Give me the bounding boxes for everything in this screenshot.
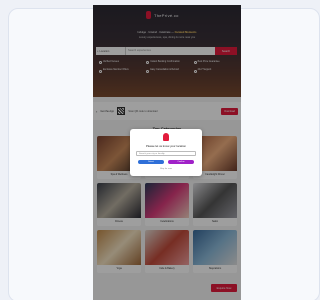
category-tile[interactable]: Staycations: [193, 230, 237, 273]
feature-label: Exclusive Member Offers: [103, 69, 129, 72]
download-app-button[interactable]: Download: [221, 107, 238, 115]
category-image: [97, 230, 141, 265]
feature-check-icon: [193, 69, 197, 73]
feature-item: Easy Cancellation & Refund: [146, 69, 189, 73]
hero-subtagline: Luxury experiences, spa, dining & more n…: [138, 36, 196, 39]
feature-label: Instant Booking Confirmation: [150, 61, 180, 63]
location-pin-icon: [163, 133, 169, 141]
category-image: [193, 230, 237, 265]
location-pin-icon: ⌖: [97, 49, 99, 53]
hero-tagline: Indulge · Unwind · Celebrate — Curated M…: [93, 31, 241, 35]
tagline-text: Indulge · Unwind · Celebrate —: [137, 31, 174, 34]
feature-item: 24x7 Support: [193, 69, 237, 73]
site-logo[interactable]: ThePrivé.co: [146, 11, 179, 19]
city-search-input[interactable]: Search your city or locality: [136, 151, 196, 156]
search-button[interactable]: Search: [215, 47, 237, 55]
feature-item: Instant Booking Confirmation: [146, 61, 189, 65]
category-image: [97, 183, 141, 218]
feature-item: Best Price Guarantee: [193, 61, 237, 65]
feature-check-icon: [99, 69, 102, 73]
modal-actions: Detect Confirm: [138, 160, 194, 164]
category-label: Cafe & Bakery: [159, 267, 175, 270]
location-select[interactable]: ⌖ Location: [96, 47, 126, 55]
app-strip-subtext: Scan QR code to download: [128, 109, 158, 113]
chevron-left-icon[interactable]: ‹: [96, 109, 97, 114]
category-image: [145, 230, 189, 265]
confirm-location-button[interactable]: Confirm: [168, 160, 194, 164]
category-tile[interactable]: Fitness: [97, 183, 141, 226]
feature-check-icon: [193, 61, 197, 65]
feature-check-icon: [99, 61, 102, 65]
category-label: Salon: [211, 220, 219, 223]
category-tile[interactable]: Cafe & Bakery: [145, 230, 189, 273]
category-label: Celebrations: [160, 220, 174, 223]
category-tile[interactable]: Salon: [193, 183, 237, 226]
qr-code-icon: [117, 107, 126, 115]
feature-label: Verified Venues: [103, 61, 119, 63]
feature-item: Exclusive Member Offers: [99, 69, 142, 73]
hero-banner: ThePrivé.co Indulge · Unwind · Celebrate…: [93, 5, 241, 97]
category-label: Staycations: [208, 267, 222, 270]
feature-label: Best Price Guarantee: [197, 61, 220, 63]
category-image: [145, 183, 189, 218]
feature-label: Easy Cancellation & Refund: [150, 69, 179, 72]
logo-text: ThePrivé.co: [154, 12, 179, 18]
category-label: Yoga: [116, 267, 122, 270]
search-input[interactable]: Search experiences: [126, 47, 215, 55]
feature-label: 24x7 Support: [197, 69, 212, 72]
skip-link[interactable]: Skip for now: [130, 168, 202, 170]
logo-icon: [146, 11, 151, 19]
category-tile[interactable]: Yoga: [97, 230, 141, 273]
modal-title: Please let us know your location: [146, 144, 186, 148]
category-image: [193, 183, 237, 218]
location-label: Location: [99, 49, 110, 53]
category-tile[interactable]: Celebrations: [145, 183, 189, 226]
location-modal: Please let us know your location Search …: [130, 129, 202, 176]
app-strip-title: Get the App: [100, 109, 115, 113]
search-bar: ⌖ Location Search experiences Search: [96, 47, 237, 55]
tagline-highlight: Curated Moments: [174, 31, 197, 34]
enquire-button[interactable]: Enquire Now: [211, 284, 237, 292]
feature-check-icon: [146, 69, 150, 73]
feature-check-icon: [146, 61, 150, 65]
detect-location-button[interactable]: Detect: [138, 160, 164, 164]
category-label: Fitness: [115, 220, 123, 223]
app-download-strip: ‹ Get the App Scan QR code to download D…: [93, 102, 241, 120]
feature-item: Verified Venues: [99, 61, 142, 65]
feature-list: Verified Venues Instant Booking Confirmat…: [99, 61, 237, 73]
